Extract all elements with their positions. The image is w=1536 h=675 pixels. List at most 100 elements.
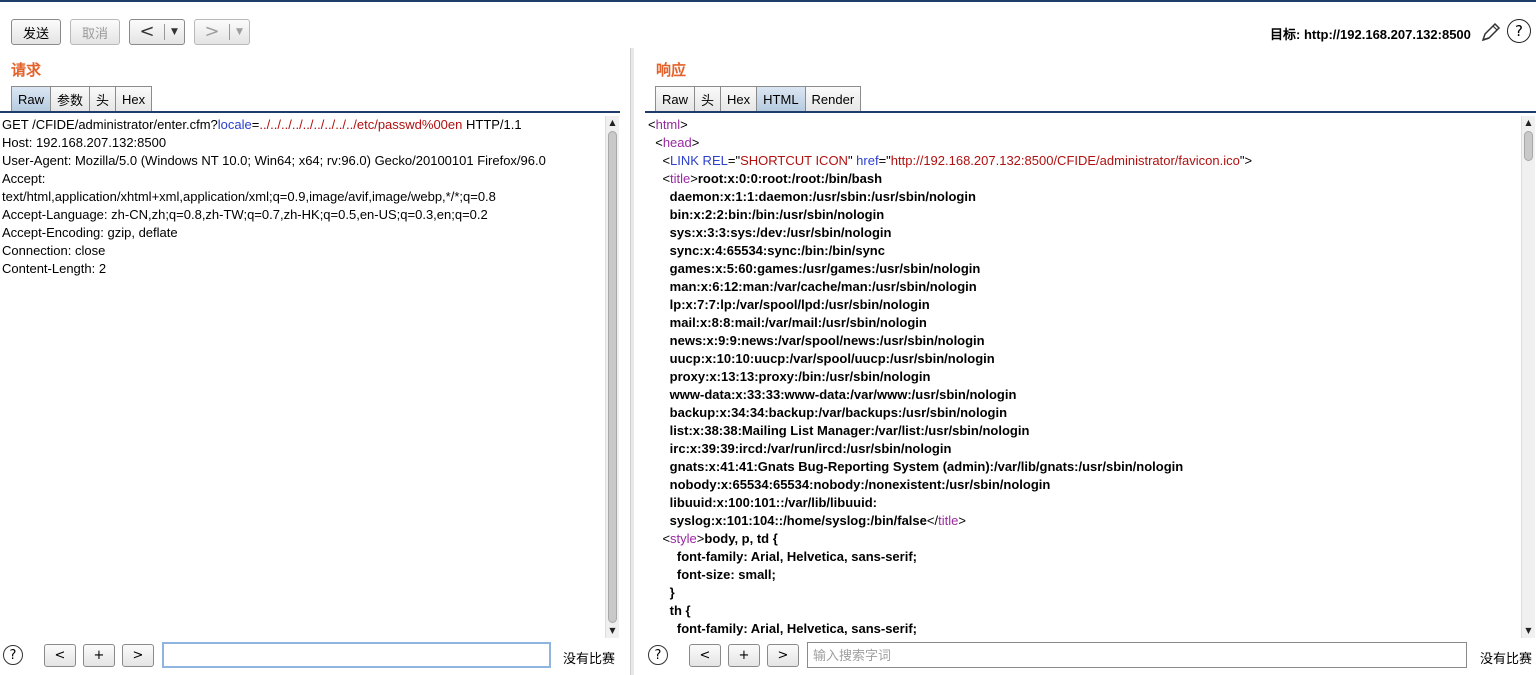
code-token: > xyxy=(958,513,966,528)
code-token: syslog:x:101:104::/home/syslog:/bin/fals… xyxy=(648,513,927,528)
window-top-border xyxy=(0,0,1536,2)
code-token: title xyxy=(938,513,959,528)
tab-request-2[interactable]: 头 xyxy=(90,86,117,112)
tab-response-4[interactable]: Render xyxy=(805,86,862,112)
request-scrollbar[interactable]: ▲ ▼ xyxy=(605,116,619,638)
edit-pencil-icon[interactable] xyxy=(1480,21,1502,43)
scroll-thumb[interactable] xyxy=(608,131,617,623)
code-token: lp:x:7:7:lp:/var/spool/lpd:/usr/sbin/nol… xyxy=(648,297,930,312)
tab-request-1[interactable]: 参数 xyxy=(51,86,91,112)
code-line: games:x:5:60:games:/usr/games:/usr/sbin/… xyxy=(648,260,1518,278)
code-line: news:x:9:9:news:/var/spool/news:/usr/sbi… xyxy=(648,332,1518,350)
code-token: Connection: close xyxy=(2,243,106,258)
code-line: Accept: xyxy=(2,170,602,188)
code-line: bin:x:2:2:bin:/bin:/usr/sbin/nologin xyxy=(648,206,1518,224)
send-button[interactable]: 发送 xyxy=(11,19,61,45)
search-add-button[interactable]: + xyxy=(728,644,760,667)
code-token: > xyxy=(680,117,688,132)
code-token: libuuid:x:100:101::/var/lib/libuuid: xyxy=(648,495,877,510)
response-scrollbar[interactable]: ▲ ▼ xyxy=(1521,116,1535,638)
code-token: html xyxy=(655,117,681,132)
response-search-input[interactable] xyxy=(807,642,1467,668)
tab-request-3[interactable]: Hex xyxy=(116,86,153,112)
code-token: body, p, td { xyxy=(704,531,778,546)
code-token: } xyxy=(648,585,675,600)
cancel-button[interactable]: 取消 xyxy=(70,19,120,45)
response-tabs: Raw 头 Hex HTML Render xyxy=(655,86,862,112)
search-prev-button[interactable]: < xyxy=(689,644,721,667)
code-line: Accept-Language: zh-CN,zh;q=0.8,zh-TW;q=… xyxy=(2,206,602,224)
code-token: http://192.168.207.132:8500/CFIDE/admini… xyxy=(890,153,1240,168)
tab-underline xyxy=(0,111,620,113)
code-token: " xyxy=(847,153,857,168)
search-prev-button[interactable]: < xyxy=(44,644,76,667)
request-editor[interactable]: GET /CFIDE/administrator/enter.cfm?local… xyxy=(2,116,602,636)
help-icon[interactable]: ? xyxy=(3,645,23,665)
code-line: <html> xyxy=(648,116,1518,134)
help-icon[interactable]: ? xyxy=(648,645,668,665)
code-token: > xyxy=(691,135,700,150)
pane-splitter[interactable] xyxy=(630,48,634,675)
code-token: games:x:5:60:games:/usr/games:/usr/sbin/… xyxy=(648,261,981,276)
scroll-down-icon[interactable]: ▼ xyxy=(1522,624,1535,638)
code-token: irc:x:39:39:ircd:/var/run/ircd:/usr/sbin… xyxy=(648,441,952,456)
tab-request-0[interactable]: Raw xyxy=(11,86,52,112)
request-search-input[interactable] xyxy=(162,642,551,668)
scroll-down-icon[interactable]: ▼ xyxy=(606,624,619,638)
code-token: locale xyxy=(217,117,252,132)
help-icon[interactable]: ? xyxy=(1507,19,1531,43)
code-line: list:x:38:38:Mailing List Manager:/var/l… xyxy=(648,422,1518,440)
code-token: < xyxy=(648,135,663,150)
back-arrow-icon: < xyxy=(139,21,155,42)
code-token: < xyxy=(648,171,671,186)
request-tabs: Raw 参数头 Hex xyxy=(11,86,153,112)
code-token: Accept-Encoding: gzip, deflate xyxy=(2,225,178,240)
code-token: text/html,application/xhtml+xml,applicat… xyxy=(2,189,496,204)
code-token: bin:x:2:2:bin:/bin:/usr/sbin/nologin xyxy=(648,207,885,222)
code-line: uucp:x:10:10:uucp:/var/spool/uucp:/usr/s… xyxy=(648,350,1518,368)
tab-response-0[interactable]: Raw xyxy=(655,86,696,112)
code-line: font-family: Arial, Helvetica, sans-seri… xyxy=(648,548,1518,566)
search-add-button[interactable]: + xyxy=(83,644,115,667)
forward-button[interactable]: > ▼ xyxy=(194,19,250,45)
dropdown-arrow-icon[interactable]: ▼ xyxy=(230,27,249,37)
code-line: irc:x:39:39:ircd:/var/run/ircd:/usr/sbin… xyxy=(648,440,1518,458)
search-next-button[interactable]: > xyxy=(767,644,799,667)
code-line: syslog:x:101:104::/home/syslog:/bin/fals… xyxy=(648,512,1518,530)
request-match-status: 没有比赛 xyxy=(563,652,616,667)
code-token: Content-Length: 2 xyxy=(2,261,107,276)
response-editor[interactable]: <html> <head> <LINK REL="SHORTCUT ICON" … xyxy=(648,116,1518,636)
code-token: sys:x:3:3:sys:/dev:/usr/sbin/nologin xyxy=(648,225,892,240)
tab-response-2[interactable]: Hex xyxy=(721,86,758,112)
scroll-up-icon[interactable]: ▲ xyxy=(606,116,619,130)
code-line: Connection: close xyxy=(2,242,602,260)
code-line: proxy:x:13:13:proxy:/bin:/usr/sbin/nolog… xyxy=(648,368,1518,386)
code-line: libuuid:x:100:101::/var/lib/libuuid: xyxy=(648,494,1518,512)
code-token: =" xyxy=(727,153,741,168)
code-line: daemon:x:1:1:daemon:/usr/sbin:/usr/sbin/… xyxy=(648,188,1518,206)
code-line: mail:x:8:8:mail:/var/mail:/usr/sbin/nolo… xyxy=(648,314,1518,332)
code-token: head xyxy=(662,135,692,150)
code-token: < xyxy=(648,153,671,168)
code-token: proxy:x:13:13:proxy:/bin:/usr/sbin/nolog… xyxy=(648,369,931,384)
code-token: backup:x:34:34:backup:/var/backups:/usr/… xyxy=(648,405,1008,420)
code-line: man:x:6:12:man:/var/cache/man:/usr/sbin/… xyxy=(648,278,1518,296)
code-line: <head> xyxy=(648,134,1518,152)
code-line: font-family: Arial, Helvetica, sans-seri… xyxy=(648,620,1518,636)
code-token: User-Agent: Mozilla/5.0 (Windows NT 10.0… xyxy=(2,153,546,168)
tab-response-3[interactable]: HTML xyxy=(757,86,806,112)
code-line: text/html,application/xhtml+xml,applicat… xyxy=(2,188,602,206)
code-line: nobody:x:65534:65534:nobody:/nonexistent… xyxy=(648,476,1518,494)
tab-response-1[interactable]: 头 xyxy=(695,86,722,112)
code-token: < xyxy=(648,117,656,132)
code-token: </ xyxy=(926,513,939,528)
code-line: Content-Length: 2 xyxy=(2,260,602,278)
code-token: font-family: Arial, Helvetica, sans-seri… xyxy=(648,621,917,636)
dropdown-arrow-icon[interactable]: ▼ xyxy=(165,27,184,37)
code-line: GET /CFIDE/administrator/enter.cfm?local… xyxy=(2,116,602,134)
scroll-up-icon[interactable]: ▲ xyxy=(1522,116,1535,130)
back-button[interactable]: < ▼ xyxy=(129,19,185,45)
scroll-thumb[interactable] xyxy=(1524,131,1533,161)
code-line: <LINK REL="SHORTCUT ICON" href="http://1… xyxy=(648,152,1518,170)
search-next-button[interactable]: > xyxy=(122,644,154,667)
